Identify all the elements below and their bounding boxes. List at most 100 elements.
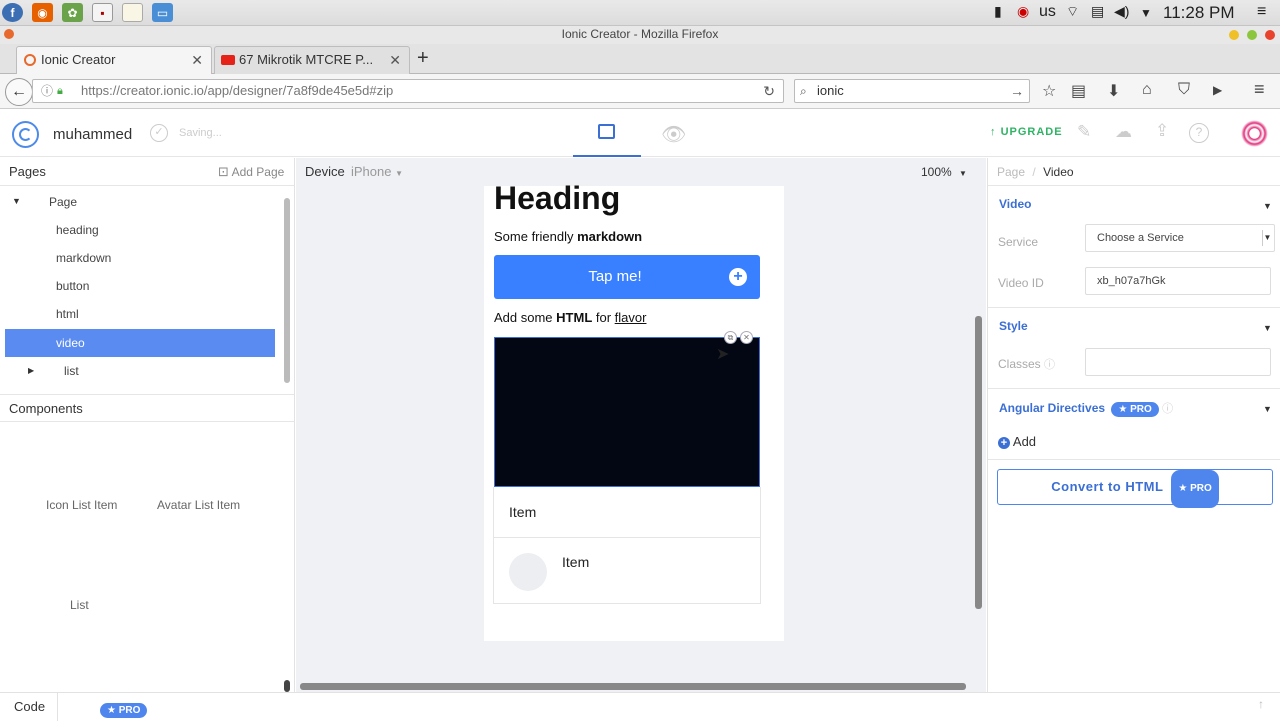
code-tab[interactable]: Code: [0, 693, 58, 721]
classes-input[interactable]: [1085, 348, 1271, 376]
tree-item-html[interactable]: html: [5, 300, 275, 328]
url-text[interactable]: https://creator.ionic.io/app/designer/7a…: [81, 83, 393, 98]
preview-html[interactable]: Add some HTML for flavor: [494, 310, 646, 325]
bookmark-star-icon[interactable]: ☆: [1042, 81, 1056, 101]
preview-avatar-list-item[interactable]: Item: [493, 538, 761, 604]
preview-heading[interactable]: Heading: [494, 180, 620, 217]
component-list[interactable]: List: [70, 598, 89, 612]
zoom-select[interactable]: 100% ▼: [921, 158, 967, 188]
files-launcher-icon[interactable]: ▭: [152, 3, 173, 22]
close-window-button[interactable]: [1265, 30, 1275, 40]
clipboard-icon[interactable]: ▤: [1091, 3, 1104, 20]
breadcrumb-page[interactable]: Page: [997, 165, 1025, 179]
remove-element-icon[interactable]: ✕: [740, 331, 753, 344]
help-icon[interactable]: ?: [1189, 123, 1209, 143]
duplicate-element-icon[interactable]: ⧉: [724, 331, 737, 344]
search-text[interactable]: ionic: [817, 83, 844, 98]
breadcrumb: Page / Video: [988, 158, 1280, 186]
back-button[interactable]: ←: [5, 78, 33, 106]
tree-item-heading[interactable]: heading: [5, 216, 275, 244]
video-id-value: xb_h07a7hGk: [1097, 275, 1166, 287]
project-name[interactable]: muhammed: [53, 126, 132, 143]
tree-item-video[interactable]: video: [5, 329, 275, 357]
canvas-vertical-scrollbar[interactable]: [975, 316, 982, 609]
expand-up-icon[interactable]: ↑: [1258, 697, 1264, 711]
flavor-link[interactable]: flavor: [615, 310, 647, 325]
add-page-button[interactable]: ⊡ Add Page: [218, 164, 284, 180]
design-mode-tab[interactable]: [573, 110, 641, 157]
help-icon[interactable]: ⓘ: [1044, 359, 1055, 371]
video-id-input[interactable]: xb_h07a7hGk: [1085, 267, 1271, 295]
youtube-addon-icon[interactable]: ▶: [1213, 83, 1222, 97]
terminal-launcher-icon[interactable]: ▪: [92, 3, 113, 22]
tab-youtube[interactable]: 67 Mikrotik MTCRE P... ✕: [214, 46, 410, 74]
record-icon[interactable]: ◉: [1017, 3, 1029, 20]
pocket-icon[interactable]: ⛉: [1178, 81, 1190, 99]
angular-directives-header[interactable]: Angular Directives ★ PRO ⓘ: [999, 400, 1173, 417]
battery-icon[interactable]: ▮: [994, 3, 1002, 20]
add-directive-button[interactable]: + Add: [998, 434, 1036, 449]
classes-label: Classes ⓘ: [998, 357, 1056, 371]
chevron-down-icon: ▼: [395, 169, 404, 178]
component-avatar-list-item[interactable]: Avatar List Item: [157, 498, 240, 512]
menu-icon[interactable]: ≡: [1257, 3, 1266, 21]
zoom-value: 100%: [921, 165, 952, 179]
components-scrollbar[interactable]: [284, 680, 290, 692]
tree-item-list[interactable]: list: [5, 357, 275, 385]
maximize-button[interactable]: [1247, 30, 1257, 40]
minimize-button[interactable]: [1229, 30, 1239, 40]
brush-icon[interactable]: ✎: [1077, 122, 1091, 142]
components-title: Components: [9, 401, 83, 416]
preview-list-item[interactable]: Item: [493, 487, 761, 538]
chevron-down-icon[interactable]: ▼: [1140, 6, 1152, 20]
service-select[interactable]: Choose a Service ▼: [1085, 224, 1275, 252]
chevron-down-icon[interactable]: ▼: [1263, 323, 1272, 333]
code-pro-badge[interactable]: ★ PRO: [100, 700, 148, 718]
tree-item-markdown[interactable]: markdown: [5, 244, 275, 272]
canvas-horizontal-scrollbar[interactable]: [300, 683, 966, 690]
close-tab-icon[interactable]: ✕: [191, 47, 203, 73]
device-select[interactable]: iPhone ▼: [351, 158, 403, 188]
new-tab-button[interactable]: +: [417, 47, 429, 70]
convert-to-html-button[interactable]: Convert to HTML ★ PRO: [997, 469, 1273, 508]
cloud-download-icon[interactable]: ☁: [1115, 122, 1132, 142]
wifi-icon[interactable]: ⌔: [1066, 3, 1079, 21]
close-tab-icon[interactable]: ✕: [389, 47, 401, 73]
clock[interactable]: 11:28 PM: [1163, 3, 1235, 23]
home-icon[interactable]: ⌂: [1142, 81, 1152, 99]
chevron-down-icon[interactable]: ▼: [1263, 404, 1272, 414]
component-icon-list-item[interactable]: Icon List Item: [46, 498, 117, 512]
chevron-down-icon[interactable]: ▼: [1263, 201, 1272, 211]
share-icon[interactable]: ⇪: [1155, 121, 1169, 141]
user-avatar[interactable]: [1241, 120, 1268, 147]
style-section-header[interactable]: Style: [999, 319, 1028, 333]
firefox-launcher-icon[interactable]: ◉: [32, 3, 53, 22]
preview-tap-button[interactable]: Tap me! +: [494, 255, 760, 299]
keyboard-layout[interactable]: us: [1039, 3, 1056, 21]
info-icon[interactable]: ⓘ: [41, 80, 53, 102]
convert-label: Convert to HTML: [1051, 479, 1164, 494]
hamburger-menu-icon[interactable]: ≡: [1254, 79, 1265, 100]
download-icon[interactable]: ⬇: [1107, 81, 1120, 101]
search-bar[interactable]: ⌕ ionic →: [794, 79, 1030, 103]
volume-icon[interactable]: ◀): [1114, 3, 1129, 20]
help-icon[interactable]: ⓘ: [1162, 403, 1173, 415]
video-section-header[interactable]: Video: [999, 197, 1031, 211]
tree-item-page[interactable]: Page: [5, 188, 275, 216]
fedora-logo-icon[interactable]: f: [2, 3, 23, 22]
list-item-label: Item: [509, 504, 537, 520]
search-go-icon[interactable]: →: [1010, 80, 1024, 102]
url-bar[interactable]: ⓘ 🔒︎ https://creator.ionic.io/app/design…: [32, 79, 784, 103]
reload-icon[interactable]: ↻: [763, 80, 775, 102]
reading-list-icon[interactable]: ▤: [1071, 81, 1086, 101]
text-editor-launcher-icon[interactable]: [122, 3, 143, 22]
preview-eye-icon[interactable]: 👁︎: [661, 122, 686, 147]
app-launcher-icon[interactable]: ✿: [62, 3, 83, 22]
creator-logo-icon[interactable]: [12, 121, 39, 148]
pages-scrollbar[interactable]: [284, 198, 290, 383]
preview-markdown[interactable]: Some friendly markdown: [494, 229, 642, 244]
video-id-label: Video ID: [998, 276, 1044, 290]
upgrade-button[interactable]: ↑ UPGRADE: [990, 126, 1063, 138]
tab-ionic-creator[interactable]: Ionic Creator ✕: [16, 46, 212, 74]
tree-item-button[interactable]: button: [5, 272, 275, 300]
